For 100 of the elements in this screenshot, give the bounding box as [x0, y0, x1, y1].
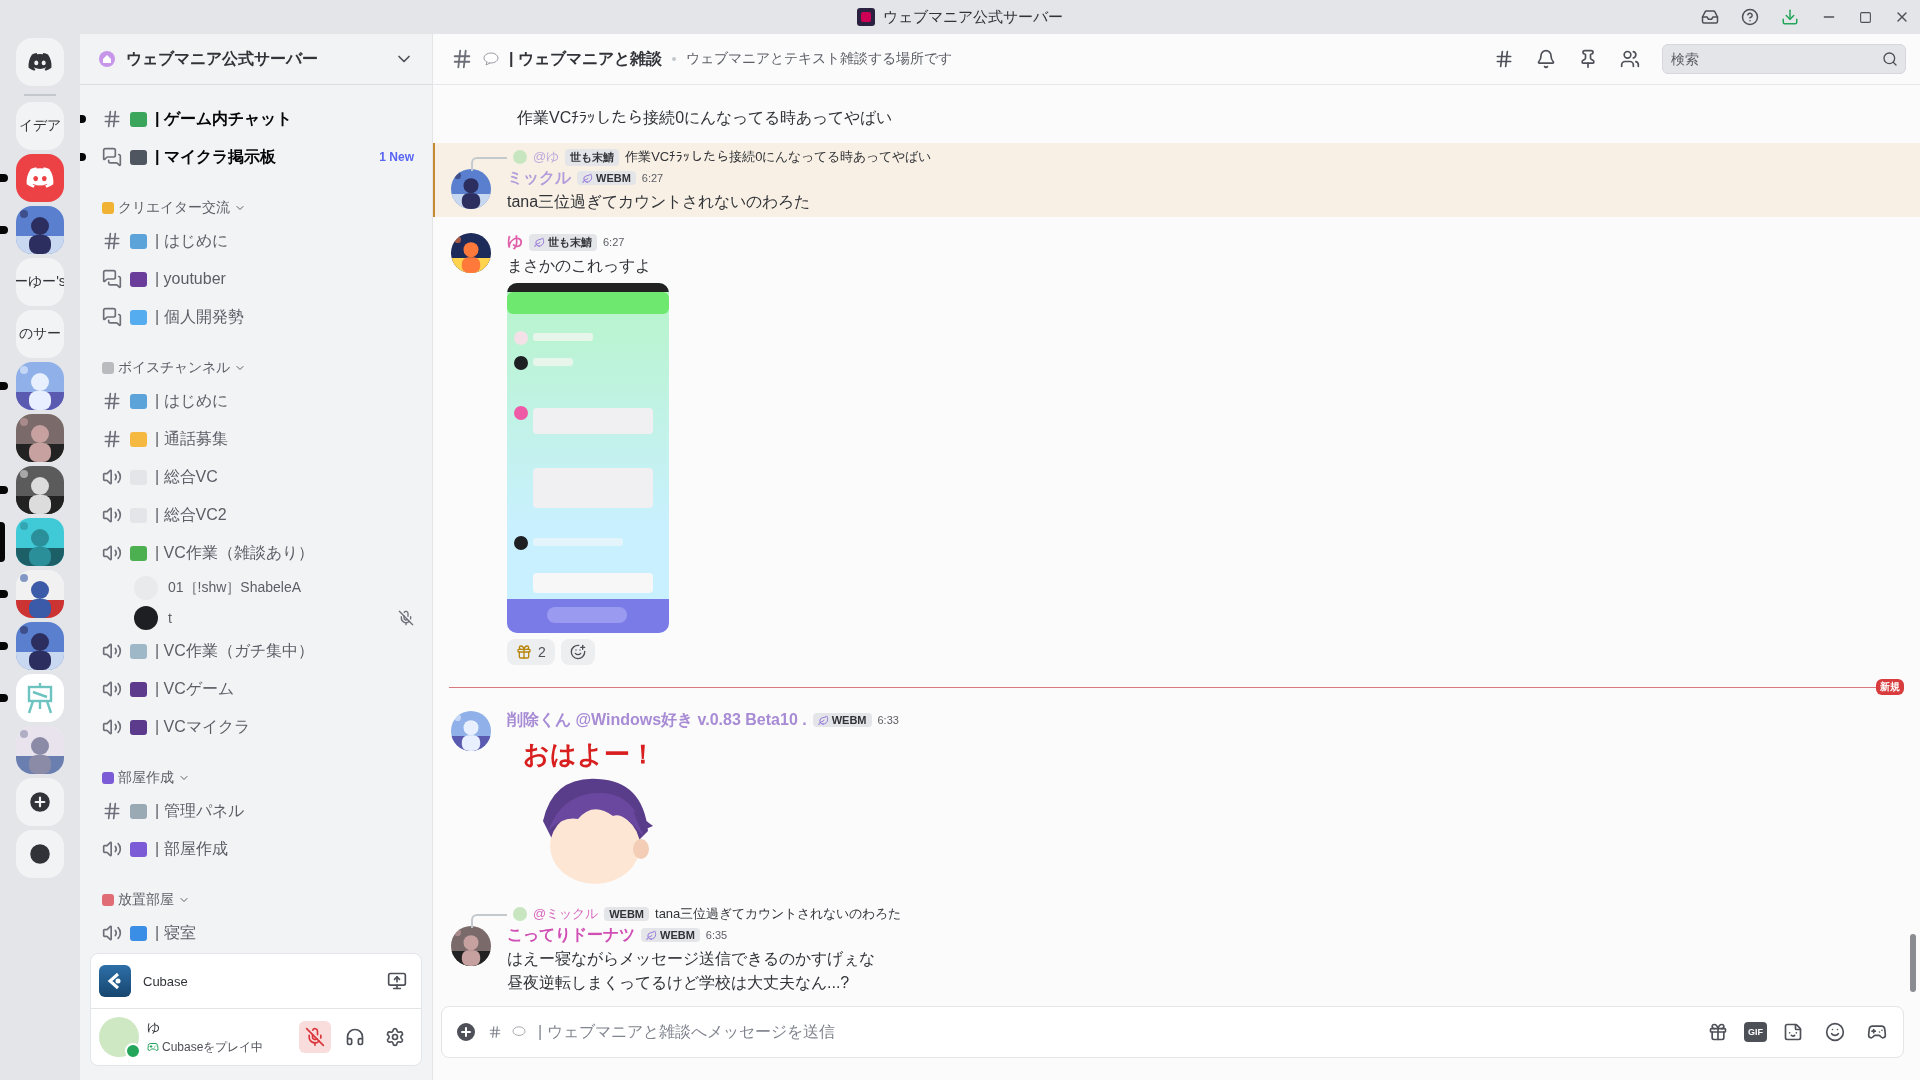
scrollbar-thumb[interactable]	[1910, 934, 1916, 992]
add-server-button[interactable]	[16, 778, 64, 826]
message-text: はえー寝ながらメッセージ送信できるのかすげぇな	[507, 949, 875, 969]
home-badge-icon	[98, 50, 116, 68]
speaker-icon	[102, 467, 122, 487]
channel-item[interactable]: | 管理パネル	[88, 793, 424, 829]
speech-bubble-icon	[483, 52, 499, 66]
forum-icon	[102, 147, 122, 167]
leaf-icon	[646, 929, 657, 941]
message-field[interactable]: | ウェブマニアと雑談へメッセージを送信 GIF	[441, 1006, 1904, 1058]
add-icon[interactable]	[454, 1020, 478, 1044]
channel-item[interactable]: | 個人開発勢	[88, 299, 424, 335]
channel-item[interactable]: | 総合VC	[88, 459, 424, 495]
channel-item[interactable]: | 部屋作成	[88, 831, 424, 867]
add-reaction-button[interactable]	[560, 639, 595, 665]
category-header[interactable]: 放置部屋	[88, 869, 424, 915]
message-text: 作業VCﾁﾗｯしたら接続0にんなってる時あってやばい	[516, 108, 894, 128]
smile-icon	[1825, 1022, 1845, 1042]
channel-item[interactable]: | VCマイクラ	[88, 709, 424, 745]
server-icon[interactable]: イデア	[16, 102, 64, 150]
gif-button[interactable]: GIF	[1744, 1022, 1767, 1042]
speaker-icon	[102, 543, 122, 563]
channel-item[interactable]: | 総合VC2	[88, 497, 424, 533]
mute-button[interactable]	[299, 1021, 331, 1053]
speaker-icon	[102, 505, 122, 525]
category-header[interactable]: クリエイター交流	[88, 177, 424, 223]
server-icon[interactable]	[16, 518, 64, 566]
channel-item[interactable]: | はじめに	[88, 383, 424, 419]
search-field[interactable]: 検索	[1662, 44, 1906, 74]
hash-icon	[488, 1025, 502, 1039]
activity-name: Cubase	[143, 973, 189, 989]
discover-button[interactable]	[16, 830, 64, 878]
role-tag: WEBM	[812, 713, 872, 727]
leaf-icon	[817, 714, 829, 726]
hash-icon	[102, 231, 122, 251]
reaction-button[interactable]: 2	[507, 639, 555, 665]
hash-icon	[451, 48, 473, 70]
gift-icon	[1708, 1022, 1728, 1042]
leaf-icon	[582, 172, 593, 184]
reply-text[interactable]: 作業VCﾁﾗｯしたら接続0にんなってる時あってやばい	[625, 148, 932, 166]
channel-item[interactable]: | はじめに	[88, 223, 424, 259]
voice-member[interactable]: t	[88, 603, 424, 633]
hash-icon	[102, 429, 122, 449]
reply-text[interactable]: tana三位過ぎてカウントされないのわろた	[655, 905, 902, 923]
avatar[interactable]	[451, 169, 491, 209]
speaker-icon	[102, 923, 122, 943]
gamepad-icon	[1867, 1022, 1887, 1042]
speech-bubble-icon	[512, 1026, 526, 1038]
reply-author[interactable]: @ミックル	[533, 905, 599, 923]
maximize-icon[interactable]	[1859, 10, 1872, 24]
channel-topic: ウェブマニアとテキスト雑談する場所です	[685, 50, 953, 68]
hash-icon	[102, 801, 122, 821]
search-icon	[1882, 51, 1898, 67]
channel-item[interactable]: | 寝室	[88, 915, 424, 951]
server-icon[interactable]	[16, 622, 64, 670]
message-text: 昼夜逆転しまくってるけど学校は大丈夫なん...?	[507, 973, 851, 993]
server-icon[interactable]	[16, 414, 64, 462]
settings-icon	[385, 1027, 405, 1047]
channel-item[interactable]: | 通話募集	[88, 421, 424, 457]
threads-icon	[1494, 49, 1514, 69]
avatar[interactable]	[451, 926, 491, 966]
channel-item[interactable]: | VC作業（雑談あり）	[88, 535, 424, 571]
category-header[interactable]: ボイスチャンネル	[88, 337, 424, 383]
avatar-icon	[513, 907, 527, 921]
bell-icon	[1536, 49, 1556, 69]
mic-muted-icon	[305, 1027, 325, 1047]
inbox-icon[interactable]	[1701, 8, 1719, 26]
server-icon[interactable]	[16, 466, 64, 514]
channel-item[interactable]: | youtuber	[88, 261, 424, 297]
server-icon[interactable]	[16, 206, 64, 254]
timestamp: 6:27	[641, 172, 664, 184]
discord-logo-icon	[26, 167, 54, 189]
author-name[interactable]: こってりドーナツ	[507, 924, 635, 946]
channel-item[interactable]: | マイクラ掲示板 1 New	[88, 139, 424, 175]
easel-icon	[25, 681, 55, 715]
emoji-icon	[569, 644, 586, 660]
voice-member[interactable]: 01［!shw］ShabeleA	[88, 573, 424, 603]
category-header[interactable]: 部屋作成	[88, 747, 424, 793]
channel-title: | ウェブマニアと雑談	[509, 48, 662, 69]
hash-icon	[102, 109, 122, 129]
home-button[interactable]	[16, 38, 64, 86]
download-icon[interactable]	[1781, 8, 1799, 26]
discord-logo-icon	[28, 52, 52, 72]
author-name[interactable]: ゆ	[507, 231, 523, 253]
timestamp: 6:27	[603, 236, 625, 248]
channel-item[interactable]: | ゲーム内チャット	[88, 101, 424, 137]
server-icon[interactable]: のサー	[16, 310, 64, 358]
app-icon	[857, 8, 875, 26]
people-icon	[1620, 49, 1640, 69]
help-icon[interactable]	[1741, 8, 1759, 26]
screen-share-icon[interactable]	[387, 971, 407, 991]
avatar[interactable]	[451, 233, 491, 273]
channel-item[interactable]: | VC作業（ガチ集中）	[88, 633, 424, 669]
sticker-icon	[1783, 1022, 1803, 1042]
speaker-icon	[102, 839, 122, 859]
forum-icon	[102, 269, 122, 289]
channel-item[interactable]: | VCゲーム	[88, 671, 424, 707]
timestamp: 6:35	[705, 929, 728, 941]
server-name[interactable]: ウェブマニア公式サーバー	[126, 48, 384, 70]
role-tag: WEBM	[604, 907, 650, 921]
